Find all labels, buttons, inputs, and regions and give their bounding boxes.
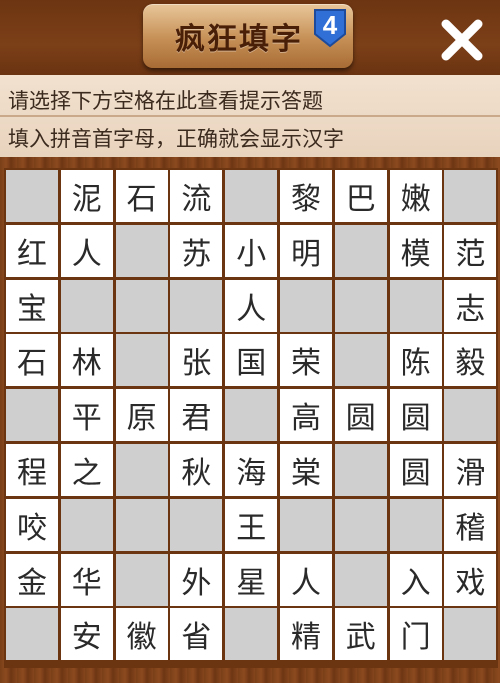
grid-cell-empty[interactable]: [225, 170, 278, 222]
grid-cell-empty[interactable]: [225, 389, 278, 442]
level-number: 4: [322, 10, 338, 40]
grid-cell-filled[interactable]: 圆: [334, 389, 387, 442]
grid-cell-filled[interactable]: 戏: [444, 553, 497, 606]
grid-cell-empty[interactable]: [334, 279, 387, 332]
grid-cell-filled[interactable]: 范: [444, 224, 497, 277]
grid-cell-filled[interactable]: 稽: [444, 498, 497, 551]
grid-cell-empty[interactable]: [334, 334, 387, 387]
grid-cell-filled[interactable]: 国: [225, 334, 278, 387]
grid-cell-filled[interactable]: 安: [60, 608, 113, 661]
grid-cell-empty[interactable]: [115, 444, 168, 496]
grid-cell-filled[interactable]: 毅: [444, 334, 497, 387]
grid-cell-filled[interactable]: 入: [389, 553, 442, 606]
hint-line-1: 请选择下方空格在此查看提示答题: [8, 89, 323, 113]
grid-cell-empty[interactable]: [334, 444, 387, 496]
grid-cell-filled[interactable]: 人: [225, 279, 278, 332]
grid-cell-filled[interactable]: 红: [6, 224, 58, 277]
grid-cell-filled[interactable]: 嫩: [389, 170, 442, 222]
grid-cell-empty[interactable]: [170, 279, 223, 332]
grid-cell-filled[interactable]: 宝: [6, 279, 58, 332]
grid-cell-filled[interactable]: 武: [334, 608, 387, 661]
grid-cell-empty[interactable]: [115, 224, 168, 277]
grid-cell-filled[interactable]: 省: [170, 608, 223, 661]
grid-cell-empty[interactable]: [6, 608, 58, 661]
grid-cell-filled[interactable]: 圆: [389, 389, 442, 442]
crossword-board: 泥石流黎巴嫩红人苏小明模范宝人志石林张国荣陈毅平原君高圆圆程之秋海棠圆滑咬王稽金…: [4, 168, 498, 668]
grid-cell-filled[interactable]: 林: [60, 334, 113, 387]
grid-cell-filled[interactable]: 王: [225, 498, 278, 551]
grid-cell-filled[interactable]: 程: [6, 444, 58, 496]
top-bar: 疯狂填字 4: [0, 0, 500, 75]
grid-cell-empty[interactable]: [115, 334, 168, 387]
grid-cell-filled[interactable]: 张: [170, 334, 223, 387]
grid-cell-filled[interactable]: 门: [389, 608, 442, 661]
grid-cell-filled[interactable]: 精: [280, 608, 332, 661]
grid-cell-filled[interactable]: 荣: [280, 334, 332, 387]
grid-cell-filled[interactable]: 人: [60, 224, 113, 277]
grid-cell-empty[interactable]: [280, 279, 332, 332]
grid-cell-empty[interactable]: [115, 279, 168, 332]
grid-cell-filled[interactable]: 小: [225, 224, 278, 277]
grid-cell-filled[interactable]: 原: [115, 389, 168, 442]
grid-cell-filled[interactable]: 模: [389, 224, 442, 277]
grid-cell-filled[interactable]: 金: [6, 553, 58, 606]
grid-cell-filled[interactable]: 之: [60, 444, 113, 496]
grid-cell-filled[interactable]: 志: [444, 279, 497, 332]
grid-cell-filled[interactable]: 平: [60, 389, 113, 442]
grid-cell-filled[interactable]: 明: [280, 224, 332, 277]
grid-cell-empty[interactable]: [115, 498, 168, 551]
grid-cell-empty[interactable]: [334, 553, 387, 606]
grid-cell-filled[interactable]: 苏: [170, 224, 223, 277]
grid-cell-empty[interactable]: [60, 279, 113, 332]
grid-cell-empty[interactable]: [389, 279, 442, 332]
grid-cell-empty[interactable]: [444, 608, 497, 661]
grid-cell-filled[interactable]: 棠: [280, 444, 332, 496]
grid-cell-empty[interactable]: [444, 389, 497, 442]
grid-cell-empty[interactable]: [115, 553, 168, 606]
hint-line-2: 填入拼音首字母，正确就会显示汉字: [8, 127, 344, 151]
close-icon: [441, 19, 483, 61]
grid-cell-empty[interactable]: [60, 498, 113, 551]
grid-cell-empty[interactable]: [444, 170, 497, 222]
grid-cell-filled[interactable]: 流: [170, 170, 223, 222]
grid-cell-filled[interactable]: 石: [6, 334, 58, 387]
grid-cell-empty[interactable]: [334, 224, 387, 277]
grid-cell-empty[interactable]: [6, 170, 58, 222]
grid-cell-empty[interactable]: [280, 498, 332, 551]
grid-cell-filled[interactable]: 黎: [280, 170, 332, 222]
grid-cell-filled[interactable]: 人: [280, 553, 332, 606]
grid-cell-empty[interactable]: [170, 498, 223, 551]
grid-cell-filled[interactable]: 圆: [389, 444, 442, 496]
grid-cell-filled[interactable]: 海: [225, 444, 278, 496]
hint-panel: 请选择下方空格在此查看提示答题 填入拼音首字母，正确就会显示汉字: [0, 75, 500, 157]
grid-cell-empty[interactable]: [225, 608, 278, 661]
grid-cell-filled[interactable]: 陈: [389, 334, 442, 387]
grid-cell-empty[interactable]: [334, 498, 387, 551]
grid-cell-filled[interactable]: 外: [170, 553, 223, 606]
grid-cell-filled[interactable]: 秋: [170, 444, 223, 496]
grid-cell-filled[interactable]: 高: [280, 389, 332, 442]
grid-cell-empty[interactable]: [6, 389, 58, 442]
grid-cell-filled[interactable]: 石: [115, 170, 168, 222]
grid-cell-empty[interactable]: [389, 498, 442, 551]
grid-cell-filled[interactable]: 滑: [444, 444, 497, 496]
logo-title: 疯狂填字: [175, 22, 303, 57]
grid-cell-filled[interactable]: 华: [60, 553, 113, 606]
close-button[interactable]: [436, 14, 488, 66]
grid-cell-filled[interactable]: 徽: [115, 608, 168, 661]
level-badge: 4: [313, 8, 347, 48]
grid-cell-filled[interactable]: 君: [170, 389, 223, 442]
grid-cell-filled[interactable]: 泥: [60, 170, 113, 222]
grid-cell-filled[interactable]: 星: [225, 553, 278, 606]
hint-divider: [0, 115, 500, 117]
grid-cell-filled[interactable]: 咬: [6, 498, 58, 551]
grid-cell-filled[interactable]: 巴: [334, 170, 387, 222]
